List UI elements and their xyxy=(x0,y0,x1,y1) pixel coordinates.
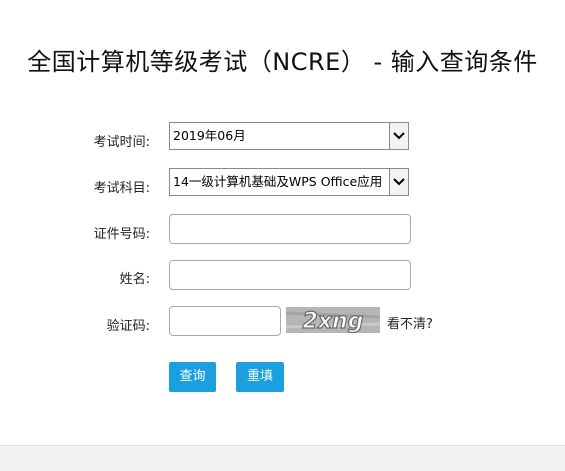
exam-time-selected-value: 2019年06月 xyxy=(173,128,246,143)
reset-button[interactable]: 重填 xyxy=(236,362,284,392)
captcha-refresh-link[interactable]: 看不清? xyxy=(387,313,433,332)
exam-time-select[interactable]: 2019年06月 xyxy=(169,122,409,150)
footer-bar xyxy=(0,445,565,471)
name-label: 姓名: xyxy=(119,272,150,287)
captcha-label: 验证码: xyxy=(106,319,150,334)
exam-subject-select[interactable]: 14一级计算机基础及WPS Office应用 xyxy=(169,168,409,196)
id-number-label: 证件号码: xyxy=(93,227,150,242)
chevron-down-icon[interactable] xyxy=(389,169,408,195)
exam-time-label: 考试时间: xyxy=(93,135,150,150)
page-title: 全国计算机等级考试（NCRE） - 输入查询条件 xyxy=(27,48,538,76)
captcha-image[interactable]: 2xng xyxy=(286,307,380,333)
captcha-image-text: 2xng xyxy=(303,309,364,333)
id-number-input[interactable] xyxy=(169,214,411,244)
chevron-down-icon[interactable] xyxy=(389,123,408,149)
query-button[interactable]: 查询 xyxy=(169,362,216,392)
query-page: 全国计算机等级考试（NCRE） - 输入查询条件 考试时间: 2019年06月 … xyxy=(0,0,565,471)
exam-subject-label: 考试科目: xyxy=(93,181,150,196)
name-input[interactable] xyxy=(169,260,411,290)
captcha-input[interactable] xyxy=(169,306,281,336)
exam-subject-selected-value: 14一级计算机基础及WPS Office应用 xyxy=(173,174,383,189)
